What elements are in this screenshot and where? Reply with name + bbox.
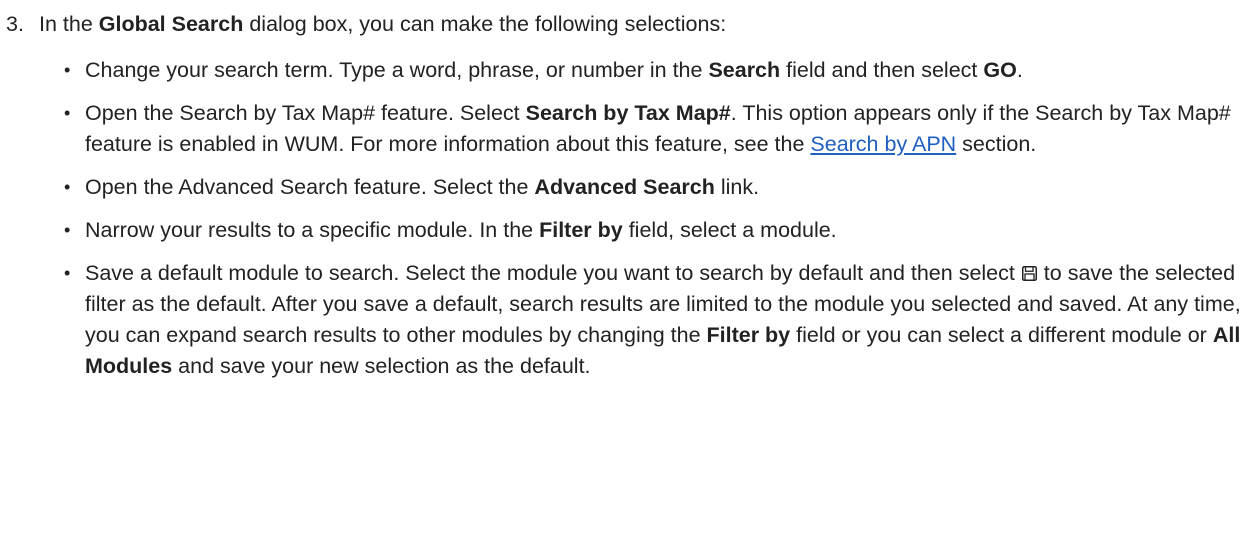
bullet-text: Open the Advanced Search feature. Select…: [85, 175, 535, 199]
bullet-icon: •: [64, 60, 71, 80]
filter-by-label: Filter by: [706, 323, 791, 347]
list-item-advanced-search: • Open the Advanced Search feature. Selec…: [60, 172, 1250, 203]
bullet-icon: •: [64, 103, 71, 123]
bullet-text: link.: [714, 175, 760, 199]
selection-list: • Change your search term. Type a word, p…: [60, 55, 1250, 394]
step-number: 3.: [6, 12, 24, 36]
bullet-text: Narrow your results to a specific module…: [85, 218, 540, 242]
filter-by-label: Filter by: [539, 218, 623, 242]
search-by-tax-map-label: Search by Tax Map#: [525, 101, 731, 125]
bullet-text: field or you can select a different modu…: [790, 323, 1213, 347]
save-icon: [1021, 259, 1037, 281]
advanced-search-label: Advanced Search: [534, 175, 715, 199]
bullet-text: Open the Search by Tax Map# feature. Sel…: [85, 101, 526, 125]
step-intro: In the Global Search dialog box, you can…: [39, 9, 726, 40]
search-field-label: Search: [708, 58, 781, 82]
step-intro-text-end: dialog box, you can make the following s…: [243, 12, 727, 36]
step-intro-text: In the: [39, 12, 99, 36]
list-item-save-default-module: • Save a default module to search. Select…: [60, 258, 1250, 382]
bullet-text: .: [1016, 58, 1023, 82]
global-search-label: Global Search: [98, 12, 244, 36]
bullet-text: Save a default module to search. Select …: [85, 261, 1021, 285]
go-button-label: GO: [983, 58, 1017, 82]
bullet-text: section.: [956, 132, 1037, 156]
search-by-apn-link[interactable]: Search by APN: [810, 132, 956, 156]
bullet-text: Change your search term. Type a word, ph…: [85, 58, 709, 82]
bullet-icon: •: [64, 220, 71, 240]
bullet-text: field and then select: [780, 58, 984, 82]
bullet-text: field, select a module.: [622, 218, 837, 242]
bullet-icon: •: [64, 177, 71, 197]
list-item-search-by-tax-map: • Open the Search by Tax Map# feature. Se…: [60, 98, 1250, 160]
bullet-text: and save your new selection as the defau…: [172, 354, 591, 378]
bullet-icon: •: [64, 263, 71, 283]
list-item-change-search-term: • Change your search term. Type a word, p…: [60, 55, 1250, 86]
list-item-filter-by: • Narrow your results to a specific modul…: [60, 215, 1250, 246]
